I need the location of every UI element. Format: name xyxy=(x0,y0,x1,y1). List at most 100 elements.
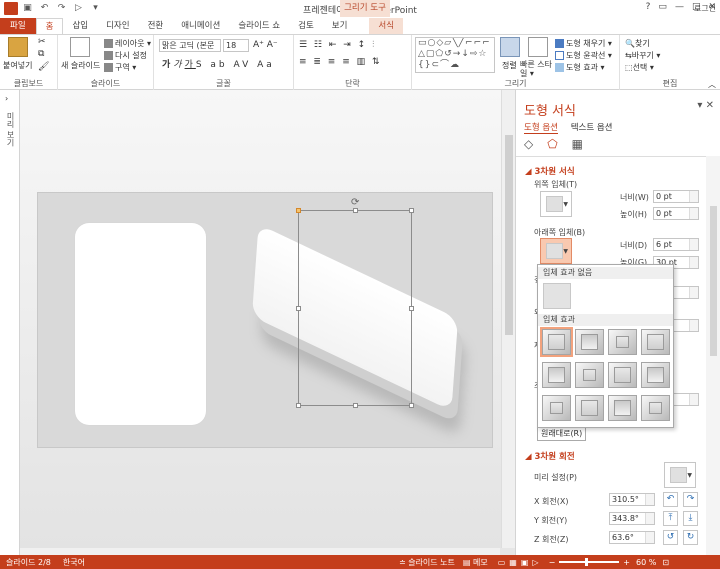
rotation-preset-button[interactable]: ▼ xyxy=(664,462,696,488)
bevel-preset-option[interactable] xyxy=(641,329,670,355)
size-properties-icon[interactable]: ▦ xyxy=(572,137,583,151)
arrange-button[interactable]: 정렬 xyxy=(502,60,517,71)
list-icons[interactable]: ☰ ☷ ⇤ ⇥ ↕ ⫶ xyxy=(299,40,376,50)
pane-options-icon[interactable]: ▾ xyxy=(697,100,702,111)
rounded-rectangle-shape[interactable] xyxy=(75,223,206,425)
save-icon[interactable]: ▣ xyxy=(22,3,33,14)
section-3d-rotation[interactable]: ◢ 3차원 회전 xyxy=(525,450,575,462)
resize-handle[interactable] xyxy=(296,306,301,311)
font-size-box[interactable]: 18 xyxy=(223,39,249,52)
bevel-preset-option[interactable] xyxy=(608,395,637,421)
new-slide-button[interactable]: 새 슬라이드 xyxy=(61,60,100,71)
tab-0[interactable]: 파일 xyxy=(0,18,36,34)
copy-icon[interactable]: ⧉ xyxy=(38,49,44,59)
zoom-in-icon[interactable]: + xyxy=(623,558,630,567)
tab-2[interactable]: 삽입 xyxy=(63,18,97,34)
zoom-level[interactable]: 60 % xyxy=(636,558,656,567)
bevel-preset-option[interactable] xyxy=(542,362,571,388)
paste-button[interactable]: 붙여넣기 xyxy=(3,60,32,71)
tab-3[interactable]: 디자인 xyxy=(97,18,138,34)
shape-outline-button[interactable]: 도형 윤곽선 ▾ xyxy=(555,50,612,61)
ribbon-display-icon[interactable]: ▭ xyxy=(658,2,667,12)
fill-line-icon[interactable]: ◇ xyxy=(524,137,533,151)
bevel-preset-option[interactable] xyxy=(641,395,670,421)
resize-handle[interactable] xyxy=(409,403,414,408)
collapse-ribbon-icon[interactable]: ︿ xyxy=(708,79,716,90)
bottom-width-input[interactable]: 6 pt xyxy=(653,238,699,251)
shape-effects-button[interactable]: 도형 효과 ▾ xyxy=(555,62,605,73)
font-name-box[interactable]: 맑은 고딕 (본문 xyxy=(159,39,221,52)
reset-button[interactable]: 다시 설정 xyxy=(104,50,147,61)
zoom-slider[interactable] xyxy=(559,558,620,566)
expand-thumbnails-icon[interactable]: › xyxy=(5,94,8,103)
start-show-icon[interactable]: ▷ xyxy=(73,3,84,14)
section-button[interactable]: 구역 ▾ xyxy=(104,62,136,73)
shape-fill-button[interactable]: 도형 채우기 ▾ xyxy=(555,38,612,49)
replace-button[interactable]: ⇆바꾸기 ▾ xyxy=(625,50,660,61)
rotate-cw-icon[interactable]: ↻ xyxy=(683,530,698,545)
view-buttons[interactable]: ▭▦▣▷ xyxy=(498,558,543,567)
cut-icon[interactable]: ✂ xyxy=(38,37,46,47)
resize-handle[interactable] xyxy=(296,403,301,408)
select-button[interactable]: ⬚선택 ▾ xyxy=(625,62,654,73)
notes-button[interactable]: ≐ 슬라이드 노트 xyxy=(399,557,455,568)
bevel-preset-option[interactable] xyxy=(608,329,637,355)
tab-shape-options[interactable]: 도형 옵션 xyxy=(524,123,558,134)
y-rotation-input[interactable]: 343.8° xyxy=(609,512,655,525)
fit-slide-icon[interactable]: ⊡ xyxy=(662,558,669,567)
slide-vertical-scrollbar[interactable] xyxy=(501,90,515,548)
reset-3d-button[interactable]: 원래대로(R) xyxy=(537,426,587,441)
minimize-icon[interactable]: — xyxy=(675,2,684,12)
rotate-left-icon[interactable]: ↶ xyxy=(663,492,678,507)
bevel-preset-option[interactable] xyxy=(641,362,670,388)
rotation-handle-icon[interactable]: ⟳ xyxy=(351,197,359,208)
effects-pentagon-icon[interactable]: ⬠ xyxy=(547,137,557,151)
undo-icon[interactable]: ↶ xyxy=(39,3,50,14)
slide-horizontal-scrollbar[interactable] xyxy=(20,548,500,555)
bevel-preset-option[interactable] xyxy=(575,329,604,355)
align-icons[interactable]: ≡ ≣ ≡ ≡ ▥ ⇅ xyxy=(299,57,382,67)
layout-button[interactable]: 레이아웃 ▾ xyxy=(104,38,151,49)
tab-4[interactable]: 전환 xyxy=(139,18,173,34)
font-format-icons[interactable]: 가가가S ab AV Aa xyxy=(162,57,275,70)
comments-button[interactable]: ▤ 메모 xyxy=(463,557,488,568)
resize-handle[interactable] xyxy=(353,208,358,213)
bottom-bevel-button[interactable]: ▼ xyxy=(540,238,572,264)
quick-styles-icon[interactable] xyxy=(528,37,548,57)
section-3d-format[interactable]: ◢ 3차원 서식 xyxy=(525,165,575,177)
resize-handle[interactable] xyxy=(409,306,414,311)
new-slide-icon[interactable] xyxy=(70,37,90,57)
z-rotation-input[interactable]: 63.6° xyxy=(609,531,655,544)
tab-1[interactable]: 홈 xyxy=(35,18,64,34)
zoom-slider-thumb[interactable] xyxy=(585,558,589,566)
tab-7[interactable]: 검토 xyxy=(289,18,323,34)
zoom-out-icon[interactable]: − xyxy=(549,558,556,567)
bevel-preset-option[interactable] xyxy=(608,362,637,388)
rotate-right-icon[interactable]: ↷ xyxy=(683,492,698,507)
no-bevel-option[interactable] xyxy=(543,283,571,309)
tab-5[interactable]: 애니메이션 xyxy=(172,18,229,34)
selection-box[interactable] xyxy=(296,208,414,408)
find-button[interactable]: 🔍찾기 xyxy=(625,38,650,49)
bevel-preset-option[interactable] xyxy=(540,327,573,357)
resize-handle[interactable] xyxy=(296,208,301,213)
pane-close-icon[interactable]: ✕ xyxy=(706,100,714,111)
bevel-preset-option[interactable] xyxy=(542,395,571,421)
quick-styles-button[interactable]: 빠른 스타일 ▾ xyxy=(520,60,552,78)
pane-scroll-thumb[interactable] xyxy=(710,206,717,356)
rotate-up-icon[interactable]: ⤒ xyxy=(663,511,678,526)
tab-6[interactable]: 슬라이드 쇼 xyxy=(229,18,289,34)
redo-icon[interactable]: ↷ xyxy=(56,3,67,14)
tab-9[interactable]: 서식 xyxy=(369,18,404,34)
resize-handle[interactable] xyxy=(409,208,414,213)
arrange-icon[interactable] xyxy=(500,37,520,57)
pane-scrollbar[interactable] xyxy=(706,156,720,555)
sign-in-link[interactable]: 로그인 xyxy=(694,3,716,14)
rotate-ccw-icon[interactable]: ↺ xyxy=(663,530,678,545)
top-height-input[interactable]: 0 pt xyxy=(653,207,699,220)
rotate-down-icon[interactable]: ⤓ xyxy=(683,511,698,526)
help-icon[interactable]: ? xyxy=(646,2,651,12)
grow-font-icon[interactable]: A⁺ A⁻ xyxy=(253,40,278,50)
customize-toolbar-icon[interactable]: ▾ xyxy=(90,3,101,14)
format-painter-icon[interactable]: 🖌 xyxy=(38,62,49,72)
